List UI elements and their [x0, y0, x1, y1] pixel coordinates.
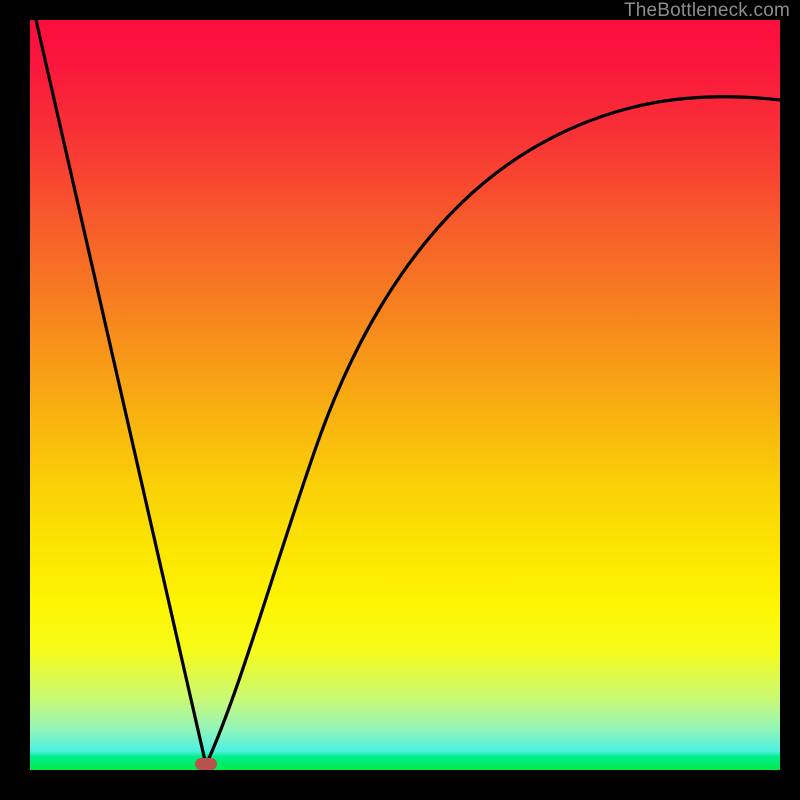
min-marker	[195, 758, 217, 770]
plot-area	[30, 20, 780, 770]
bottleneck-curve	[30, 20, 780, 770]
chart-frame: TheBottleneck.com	[0, 0, 800, 800]
curve-left-segment	[36, 20, 206, 765]
curve-right-segment	[206, 97, 780, 765]
watermark-text: TheBottleneck.com	[624, 0, 790, 22]
